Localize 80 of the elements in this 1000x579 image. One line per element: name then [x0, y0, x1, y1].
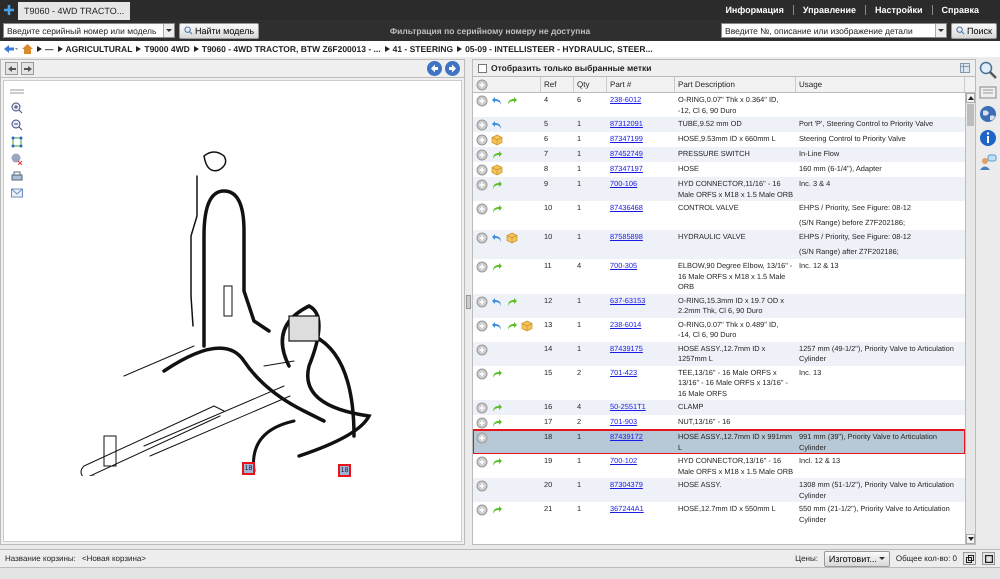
column-header[interactable]: Part #: [607, 77, 675, 92]
zoom-in-icon[interactable]: [10, 102, 24, 114]
arrow-left-icon: [8, 64, 16, 72]
prices-label: Цены:: [795, 554, 818, 563]
email-icon[interactable]: [10, 187, 24, 199]
document-icon: [979, 85, 997, 99]
maximize-button[interactable]: [982, 552, 995, 565]
add-icon: [476, 134, 488, 146]
zoom-out-icon[interactable]: [10, 119, 24, 131]
model-select[interactable]: Введите серийный номер или модель: [3, 23, 175, 38]
next-button[interactable]: [445, 61, 460, 76]
add-icon: [476, 296, 488, 308]
menu-link[interactable]: Управление: [792, 5, 866, 15]
arrow-right-icon: [448, 64, 457, 73]
previous-button[interactable]: [427, 61, 442, 76]
column-header[interactable]: Ref: [541, 77, 574, 92]
grid-icon: [960, 63, 970, 73]
add-icon: [476, 417, 488, 429]
add-icon: [476, 480, 488, 492]
add-icon: [476, 344, 488, 356]
search-icon: [956, 26, 966, 35]
breadcrumb-link[interactable]: 41 - STEERING: [384, 44, 454, 54]
scroll-down-icon[interactable]: [966, 534, 975, 544]
restore-button[interactable]: [963, 552, 976, 565]
prices-select[interactable]: Изготовит...: [824, 550, 890, 566]
document-tab[interactable]: T9060 - 4WD TRACTO...: [18, 2, 130, 20]
add-icon: [476, 320, 488, 332]
user-chat-icon: [979, 153, 997, 171]
filter-checkbox[interactable]: [478, 64, 487, 72]
add-icon: [476, 149, 488, 161]
add-icon: [476, 95, 488, 107]
add-icon: [476, 456, 488, 468]
add-icon: [476, 164, 488, 176]
back-arrow-icon: [4, 44, 18, 54]
add-icon: [476, 232, 488, 244]
filter-notice: Фильтрация по серийному номеру не доступна: [388, 26, 592, 36]
clear-selection-icon[interactable]: [10, 153, 24, 165]
breadcrumb-link[interactable]: 05-09 - INTELLISTEER - HYDRAULIC, STEER...: [457, 44, 653, 54]
fit-to-screen-icon[interactable]: [10, 136, 24, 148]
restore-icon: [966, 554, 974, 562]
part-search-select[interactable]: Введите №, описание или изображение детали: [721, 23, 948, 38]
previous-page-button[interactable]: [5, 62, 18, 75]
menu-link[interactable]: Справка: [932, 5, 988, 15]
splitter-handle[interactable]: [466, 295, 471, 309]
info-icon: [979, 129, 997, 147]
globe-icon: [979, 105, 997, 123]
arrow-left-icon: [430, 64, 439, 73]
maximize-icon: [984, 554, 992, 562]
search-icon: [979, 61, 997, 79]
add-icon: [476, 504, 488, 516]
add-icon: [476, 368, 488, 380]
breadcrumb-link[interactable]: AGRICULTURAL: [58, 44, 132, 54]
cart-name: <Новая корзина>: [82, 554, 146, 563]
cart-label: Название корзины:: [5, 554, 76, 563]
scroll-up-icon[interactable]: [966, 93, 975, 103]
scrollbar-thumb[interactable]: [967, 104, 974, 126]
arrow-right-icon: [24, 64, 32, 72]
next-page-button[interactable]: [21, 62, 34, 75]
add-icon: [476, 179, 488, 191]
search-button[interactable]: Поиск: [951, 22, 997, 38]
total-count: Общее кол-во: 0: [896, 554, 957, 563]
print-icon[interactable]: [10, 170, 24, 182]
filter-label: Отобразить только выбранные метки: [491, 63, 652, 73]
menu-link[interactable]: Информация: [716, 5, 793, 15]
column-header[interactable]: Part Description: [675, 77, 796, 92]
breadcrumb-link[interactable]: —: [37, 44, 54, 54]
plus-icon: [4, 5, 14, 15]
add-icon: [476, 261, 488, 273]
home-icon: [22, 44, 33, 54]
breadcrumb-link[interactable]: T9060 - 4WD TRACTOR, BTW Z6F200013 - ...: [194, 44, 381, 54]
search-icon: [184, 26, 193, 35]
column-header[interactable]: Qty: [574, 77, 607, 92]
add-icon: [476, 78, 488, 90]
add-icon: [476, 432, 488, 444]
add-icon: [476, 402, 488, 414]
menu-link[interactable]: Настройки: [865, 5, 932, 15]
breadcrumb-link[interactable]: T9000 4WD: [136, 44, 190, 54]
column-header[interactable]: Usage: [796, 77, 965, 92]
find-model-button[interactable]: Найти модель: [179, 22, 260, 38]
add-icon: [476, 119, 488, 131]
